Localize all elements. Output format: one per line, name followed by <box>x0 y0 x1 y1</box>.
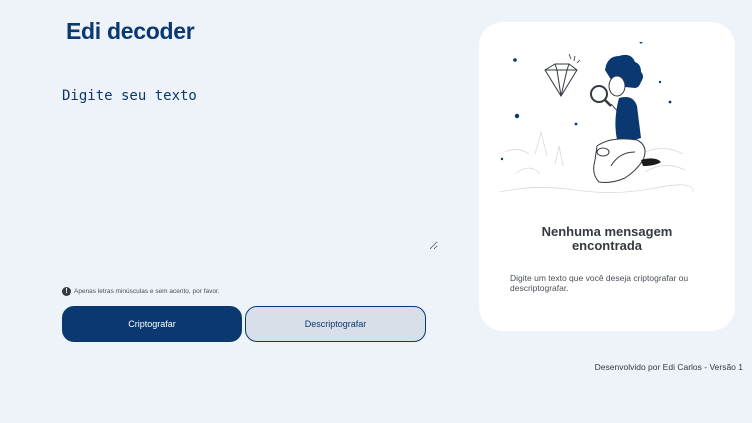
app-title: Edi decoder <box>66 18 195 44</box>
footer-credit: Desenvolvido por Edi Carlos - Versão 1 <box>594 362 743 372</box>
empty-state-title: Nenhuma mensagem encontrada <box>541 224 673 253</box>
boy-with-magnifying-glass-illustration <box>499 42 694 193</box>
text-input[interactable] <box>60 86 438 250</box>
hint-text: Apenas letras minúsculas e sem acento, p… <box>74 288 220 295</box>
empty-state-description: Digite um texto que você deseja criptogr… <box>510 273 689 293</box>
exclamation-circle-icon: ! <box>62 287 71 296</box>
decrypt-button[interactable]: Descriptografar <box>245 306 426 342</box>
output-panel: Nenhuma mensagem encontrada Digite um te… <box>479 22 735 331</box>
input-hint: ! Apenas letras minúsculas e sem acento,… <box>62 287 220 296</box>
encrypt-button[interactable]: Criptografar <box>62 306 242 342</box>
